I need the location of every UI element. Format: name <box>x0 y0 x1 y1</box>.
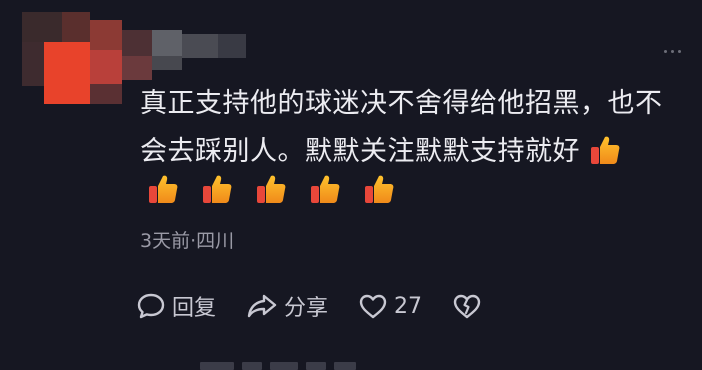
share-arrow-icon <box>247 294 277 318</box>
dot <box>664 50 667 53</box>
dislike-button[interactable] <box>452 292 482 320</box>
reply-button[interactable]: 回复 <box>136 290 216 322</box>
comment-meta: 3天前·四川 <box>140 230 235 252</box>
comment-line-2: 会去踩别人。默默关注默默支持就好 <box>140 128 688 176</box>
share-label: 分享 <box>284 296 329 321</box>
thumbs-up-icon <box>146 172 180 206</box>
heart-icon <box>359 294 387 319</box>
comment-bubble-icon <box>137 293 165 319</box>
like-count: 27 <box>394 293 423 319</box>
thumbs-up-icon <box>588 133 620 165</box>
like-button[interactable]: 27 <box>358 292 422 320</box>
thumbs-up-icon <box>200 172 234 206</box>
dot <box>678 50 681 53</box>
thumbs-up-icon <box>254 172 288 206</box>
dot <box>671 50 674 53</box>
thumbs-up-icon <box>308 172 342 206</box>
reply-label: 回复 <box>172 296 217 321</box>
comment-line-2-text: 会去踩别人。默默关注默默支持就好 <box>140 136 580 167</box>
next-comment-preview <box>200 362 360 370</box>
share-button[interactable]: 分享 <box>246 290 328 322</box>
action-bar: 回复 分享 27 <box>136 290 512 322</box>
broken-heart-icon <box>453 294 481 319</box>
emoji-row <box>146 172 396 206</box>
thumbs-up-icon <box>362 172 396 206</box>
comment-line-1: 真正支持他的球迷决不舍得给他招黑，也不 <box>140 88 663 119</box>
more-options-button[interactable] <box>664 50 681 53</box>
comment-text: 真正支持他的球迷决不舍得给他招黑，也不 会去踩别人。默默关注默默支持就好 <box>140 80 688 176</box>
